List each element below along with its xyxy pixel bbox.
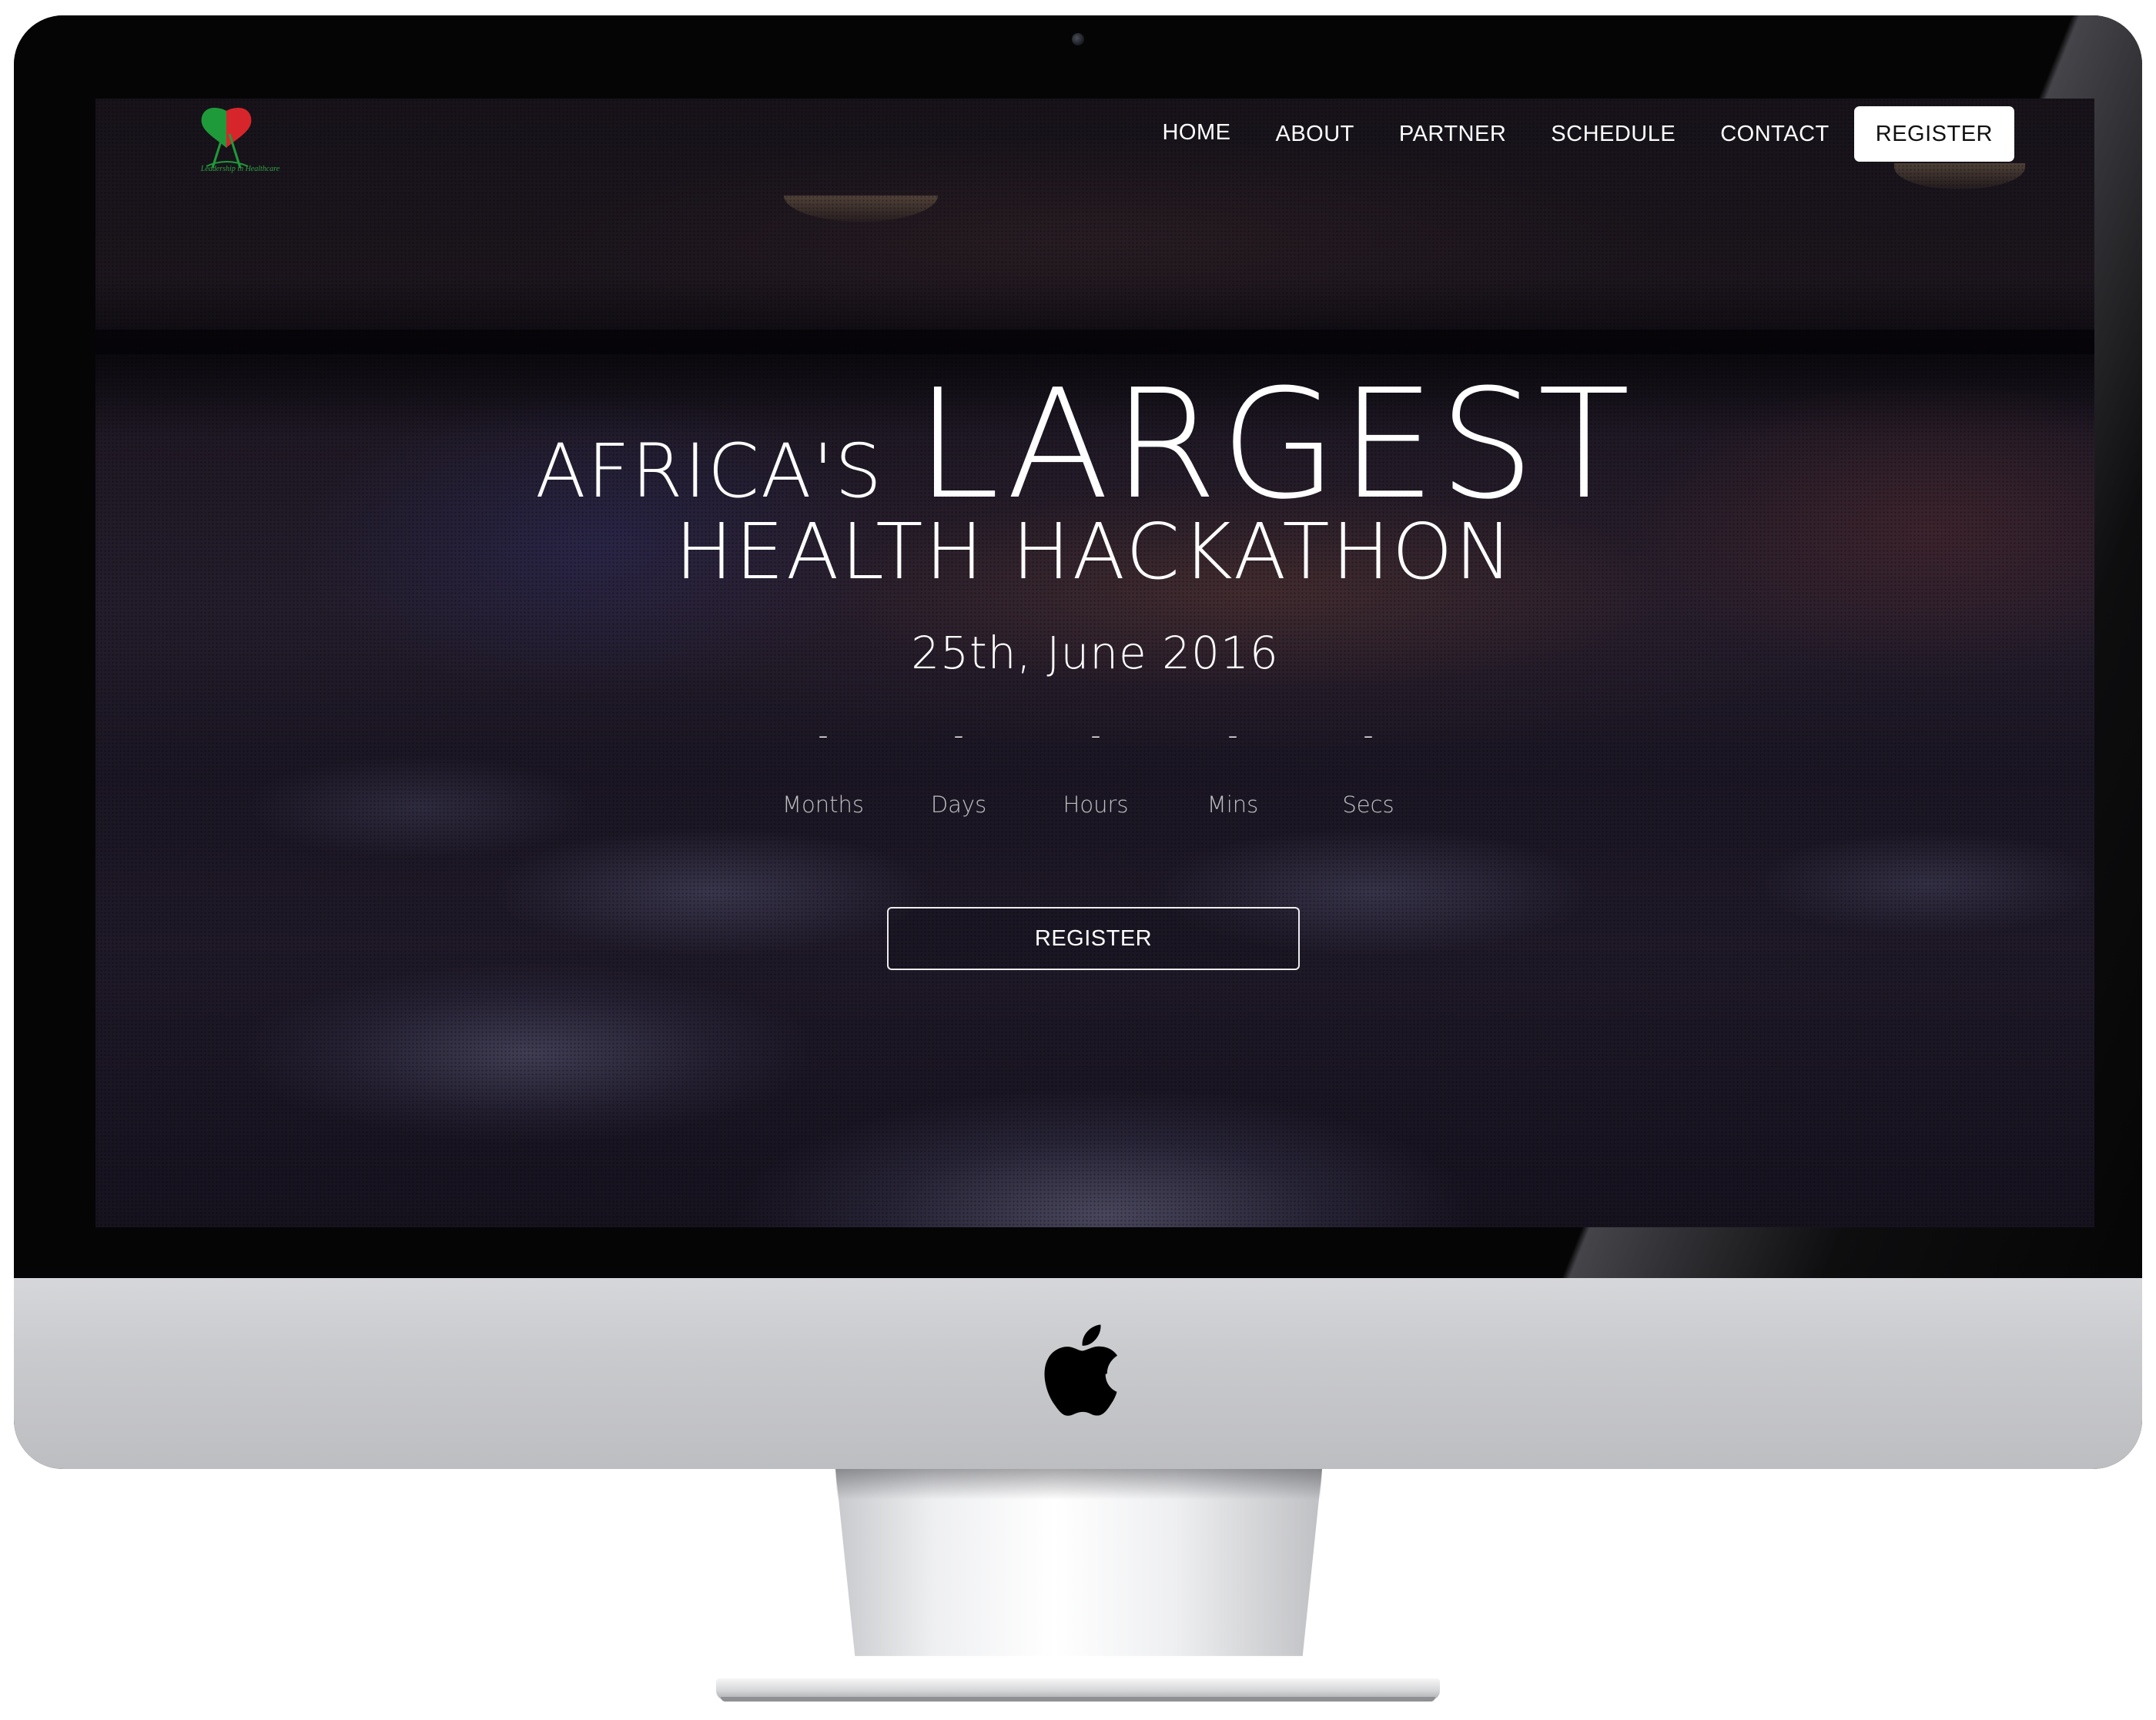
logo-tagline: Leadership in Healthcare — [200, 165, 280, 173]
countdown-value: - — [1363, 720, 1374, 751]
nav-partner[interactable]: PARTNER — [1399, 122, 1506, 147]
apple-icon — [1044, 1324, 1118, 1416]
countdown-value: - — [953, 720, 964, 751]
event-date: 25th, June 2016 — [911, 627, 1279, 679]
countdown-hours: - Hours — [1038, 721, 1153, 818]
imac-stand — [835, 1469, 1322, 1656]
countdown-value: - — [1090, 720, 1101, 751]
countdown-label: Secs — [1342, 791, 1394, 818]
stand-shadow — [835, 1469, 1322, 1500]
nav-schedule[interactable]: SCHEDULE — [1551, 122, 1676, 147]
website-screen: Leadership in Healthcare HOME ABOUT PART… — [95, 99, 2094, 1227]
heart-logo-icon — [201, 108, 252, 169]
countdown-mins: - Mins — [1175, 721, 1291, 818]
nav-home[interactable]: HOME — [1162, 120, 1230, 146]
nav-about[interactable]: ABOUT — [1275, 122, 1354, 147]
main-navigation: HOME ABOUT PARTNER SCHEDULE CONTACT REGI… — [1117, 106, 2014, 162]
hero-subtitle: HEALTH HACKATHON — [675, 507, 1515, 597]
stand-base-edge — [721, 1697, 1435, 1702]
countdown-label: Months — [782, 791, 864, 818]
countdown-timer: - Months - Days - Hours - Mins - Secs — [765, 721, 1458, 828]
countdown-label: Mins — [1207, 791, 1259, 818]
countdown-value: - — [1227, 720, 1238, 751]
nav-register-button[interactable]: REGISTER — [1853, 106, 2014, 162]
hero-prefix: AFRICA'S — [535, 428, 884, 514]
countdown-value: - — [818, 720, 829, 751]
nav-contact[interactable]: CONTACT — [1720, 122, 1830, 147]
camera-icon — [1072, 33, 1084, 45]
countdown-months: - Months — [765, 721, 881, 818]
countdown-label: Days — [930, 791, 987, 818]
ceiling-beam — [95, 330, 2094, 354]
countdown-days: - Days — [901, 721, 1016, 818]
imac-frame: Leadership in Healthcare HOME ABOUT PART… — [14, 15, 2142, 1469]
hero-register-button[interactable]: REGISTER — [887, 907, 1300, 970]
countdown-label: Hours — [1063, 791, 1129, 818]
site-logo[interactable]: Leadership in Healthcare — [191, 103, 290, 174]
countdown-secs: - Secs — [1311, 721, 1426, 818]
